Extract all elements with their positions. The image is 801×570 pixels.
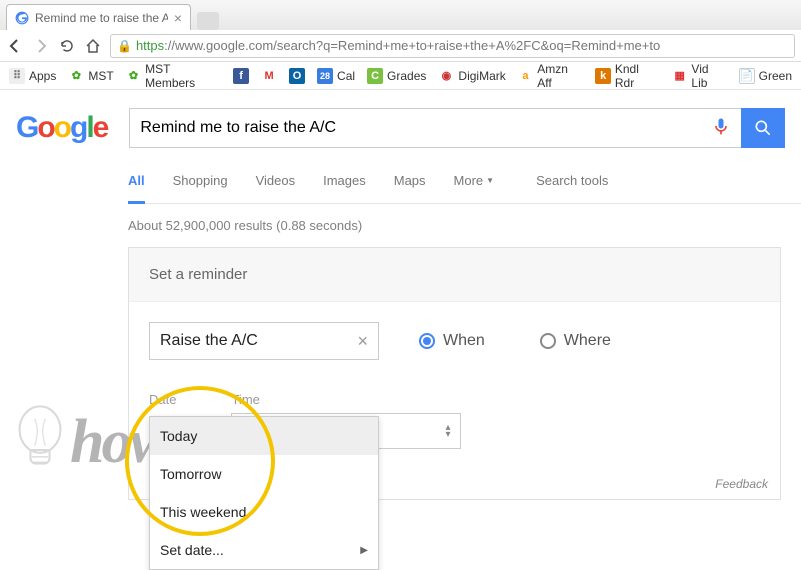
bookmarks-bar: ⠿Apps ✿MST ✿MST Members f M O 28Cal CGra… (0, 62, 801, 90)
url-path: ://www.google.com/search?q=Remind+me+to+… (164, 38, 660, 53)
tab-shopping[interactable]: Shopping (173, 158, 228, 203)
tab-maps[interactable]: Maps (394, 158, 426, 203)
reload-button[interactable] (58, 37, 76, 55)
clear-icon[interactable]: × (357, 331, 368, 352)
bookmark-kndl[interactable]: kKndl Rdr (592, 60, 663, 92)
bookmark-gmail[interactable]: M (258, 66, 280, 86)
google-logo[interactable]: Google (16, 111, 107, 145)
bookmark-digimark[interactable]: ◉DigiMark (435, 66, 508, 86)
tab-videos[interactable]: Videos (256, 158, 296, 203)
card-title: Set a reminder (129, 248, 780, 302)
close-icon[interactable]: × (174, 10, 182, 26)
date-label: Date (149, 392, 176, 407)
chevron-right-icon: ▶ (360, 545, 368, 556)
mic-icon[interactable] (711, 116, 731, 141)
date-option-set-date[interactable]: Set date...▶ (150, 531, 378, 569)
url-bar[interactable]: 🔒 https://www.google.com/search?q=Remind… (110, 34, 795, 58)
google-header: Google (0, 90, 801, 158)
browser-tab-bar: Remind me to raise the A × (0, 0, 801, 30)
time-label: Time (231, 392, 461, 407)
bookmark-amzn[interactable]: aAmzn Aff (515, 60, 587, 92)
lock-icon: 🔒 (117, 39, 132, 53)
date-option-today[interactable]: Today (150, 417, 378, 455)
result-stats: About 52,900,000 results (0.88 seconds) (128, 204, 801, 247)
when-where-radio-group: When Where (419, 332, 611, 350)
date-dropdown: Today Tomorrow This weekend Set date...▶ (149, 416, 379, 570)
radio-circle-icon (540, 333, 556, 349)
tab-images[interactable]: Images (323, 158, 366, 203)
bookmark-vid[interactable]: ▦Vid Lib (669, 60, 730, 92)
date-field: Date Today Tomorrow This weekend Set dat… (149, 392, 176, 449)
bookmark-fb[interactable]: f (230, 66, 252, 86)
tab-all[interactable]: All (128, 158, 145, 203)
search-form (129, 108, 785, 148)
date-option-tomorrow[interactable]: Tomorrow (150, 455, 378, 493)
home-button[interactable] (84, 37, 102, 55)
tab-title: Remind me to raise the A (35, 11, 168, 25)
search-input[interactable] (140, 119, 711, 137)
date-option-weekend[interactable]: This weekend (150, 493, 378, 531)
url-protocol: https (136, 38, 164, 53)
chevron-down-icon: ▼ (486, 176, 494, 185)
search-nav-tabs: All Shopping Videos Images Maps More▼ Se… (128, 158, 801, 204)
lightbulb-icon (10, 405, 70, 480)
browser-toolbar: 🔒 https://www.google.com/search?q=Remind… (0, 30, 801, 62)
google-favicon (15, 11, 29, 25)
tab-more[interactable]: More▼ (454, 158, 495, 203)
bookmark-mst-members[interactable]: ✿MST Members (123, 60, 224, 92)
reminder-card: Set a reminder Raise the A/C × When Wher… (128, 247, 781, 500)
reminder-text-input[interactable]: Raise the A/C × (149, 322, 379, 360)
search-icon (753, 118, 773, 138)
back-button[interactable] (6, 37, 24, 55)
bookmark-apps[interactable]: ⠿Apps (6, 66, 59, 86)
bookmark-cal[interactable]: 28Cal (314, 66, 358, 86)
tab-search-tools[interactable]: Search tools (536, 158, 608, 203)
bookmark-outlook[interactable]: O (286, 66, 308, 86)
bookmark-mst[interactable]: ✿MST (65, 66, 116, 86)
radio-where[interactable]: Where (540, 332, 611, 350)
select-arrows-icon: ▴▾ (445, 424, 450, 438)
forward-button[interactable] (32, 37, 50, 55)
new-tab-button[interactable] (197, 12, 219, 30)
radio-when[interactable]: When (419, 332, 485, 350)
search-input-wrap (129, 108, 741, 148)
radio-circle-icon (419, 333, 435, 349)
browser-tab[interactable]: Remind me to raise the A × (6, 4, 191, 30)
bookmark-green[interactable]: 📄Green (736, 66, 795, 86)
search-button[interactable] (741, 108, 785, 148)
bookmark-grades[interactable]: CGrades (364, 66, 429, 86)
